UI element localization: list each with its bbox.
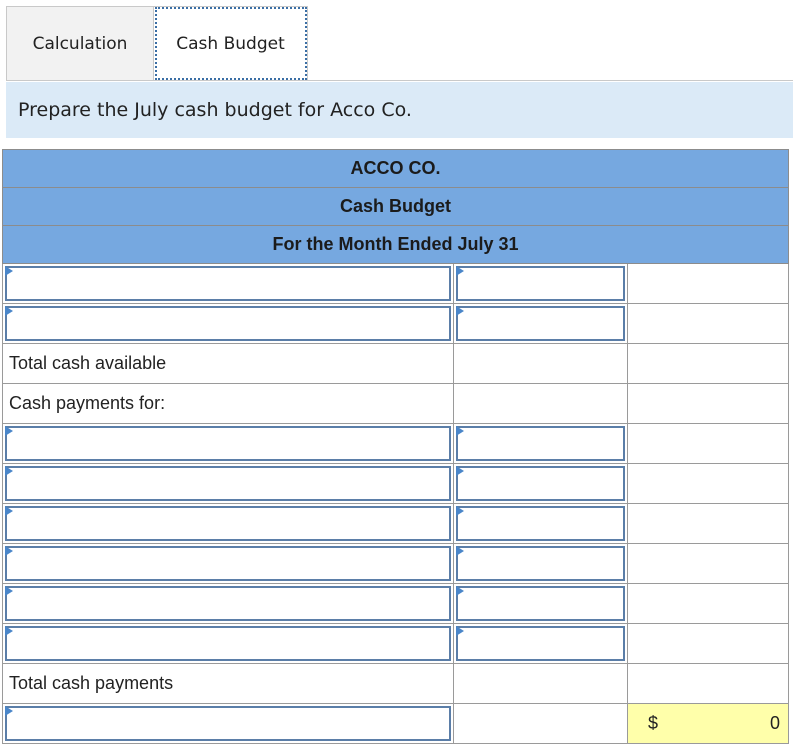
account-select[interactable] bbox=[2, 263, 454, 304]
total-column-cell bbox=[626, 583, 790, 624]
total-column-cell bbox=[626, 503, 790, 544]
total-column-cell bbox=[626, 623, 790, 664]
total-column-cell bbox=[626, 383, 790, 424]
dropdown-arrow-icon bbox=[5, 266, 13, 276]
total-cash-available-label: Total cash available bbox=[2, 343, 454, 384]
account-select[interactable] bbox=[2, 303, 454, 344]
amount-cell bbox=[453, 383, 628, 424]
amount-cell bbox=[453, 343, 628, 384]
total-column-cell bbox=[626, 663, 790, 704]
amount-input[interactable] bbox=[453, 463, 628, 504]
total-column-cell bbox=[626, 343, 790, 384]
dropdown-arrow-icon bbox=[456, 586, 464, 596]
table-row bbox=[2, 263, 790, 304]
amount-input[interactable] bbox=[453, 423, 628, 464]
table-row: Total cash available bbox=[2, 343, 790, 384]
table-row bbox=[2, 583, 790, 624]
table-row bbox=[2, 463, 790, 504]
total-value: 0 bbox=[770, 713, 781, 733]
dropdown-arrow-icon bbox=[456, 266, 464, 276]
cash-budget-table: ACCO CO. Cash Budget For the Month Ended… bbox=[1, 149, 790, 744]
tab-calculation[interactable]: Calculation bbox=[6, 6, 154, 81]
amount-cell bbox=[453, 663, 628, 704]
tab-divider bbox=[6, 80, 793, 81]
dropdown-arrow-icon bbox=[456, 426, 464, 436]
total-column-cell bbox=[626, 303, 790, 344]
dropdown-arrow-icon bbox=[456, 546, 464, 556]
cash-payments-for-label: Cash payments for: bbox=[2, 383, 454, 424]
table-row bbox=[2, 423, 790, 464]
tab-cash-budget[interactable]: Cash Budget bbox=[154, 6, 308, 81]
dropdown-arrow-icon bbox=[5, 306, 13, 316]
table-row bbox=[2, 503, 790, 544]
table-row: Cash payments for: bbox=[2, 383, 790, 424]
dropdown-arrow-icon bbox=[5, 626, 13, 636]
total-column-cell bbox=[626, 263, 790, 304]
header-row-title: Cash Budget bbox=[1, 187, 790, 226]
table-row bbox=[2, 543, 790, 584]
instruction-banner: Prepare the July cash budget for Acco Co… bbox=[6, 82, 793, 138]
table-row: Total cash payments bbox=[2, 663, 790, 704]
account-select[interactable] bbox=[2, 543, 454, 584]
total-column-cell bbox=[626, 423, 790, 464]
amount-input[interactable] bbox=[453, 543, 628, 584]
tab-bar: Calculation Cash Budget bbox=[6, 6, 308, 81]
amount-cell bbox=[453, 703, 628, 744]
instruction-text: Prepare the July cash budget for Acco Co… bbox=[18, 99, 412, 121]
dropdown-arrow-icon bbox=[5, 426, 13, 436]
amount-input[interactable] bbox=[453, 623, 628, 664]
dropdown-arrow-icon bbox=[456, 626, 464, 636]
amount-input[interactable] bbox=[453, 263, 628, 304]
account-select[interactable] bbox=[2, 623, 454, 664]
table-row bbox=[2, 303, 790, 344]
header-row-period: For the Month Ended July 31 bbox=[1, 225, 790, 264]
account-select[interactable] bbox=[2, 503, 454, 544]
statement-title: Cash Budget bbox=[1, 187, 790, 226]
dropdown-arrow-icon bbox=[5, 466, 13, 476]
dropdown-arrow-icon bbox=[5, 586, 13, 596]
total-column-cell bbox=[626, 463, 790, 504]
dropdown-arrow-icon bbox=[5, 506, 13, 516]
dropdown-arrow-icon bbox=[456, 506, 464, 516]
header-row-company: ACCO CO. bbox=[1, 149, 790, 188]
dropdown-arrow-icon bbox=[456, 306, 464, 316]
account-select[interactable] bbox=[2, 463, 454, 504]
table-row: $ 0 bbox=[2, 703, 790, 744]
ending-balance-total: $ 0 bbox=[626, 703, 790, 744]
amount-input[interactable] bbox=[453, 503, 628, 544]
amount-input[interactable] bbox=[453, 303, 628, 344]
account-select[interactable] bbox=[2, 423, 454, 464]
dropdown-arrow-icon bbox=[456, 466, 464, 476]
statement-period: For the Month Ended July 31 bbox=[1, 225, 790, 264]
account-select[interactable] bbox=[2, 583, 454, 624]
amount-input[interactable] bbox=[453, 583, 628, 624]
account-select[interactable] bbox=[2, 703, 454, 744]
currency-symbol: $ bbox=[648, 713, 659, 733]
dropdown-arrow-icon bbox=[5, 706, 13, 716]
total-cash-payments-label: Total cash payments bbox=[2, 663, 454, 704]
table-row bbox=[2, 623, 790, 664]
dropdown-arrow-icon bbox=[5, 546, 13, 556]
company-name: ACCO CO. bbox=[1, 149, 790, 188]
total-column-cell bbox=[626, 543, 790, 584]
